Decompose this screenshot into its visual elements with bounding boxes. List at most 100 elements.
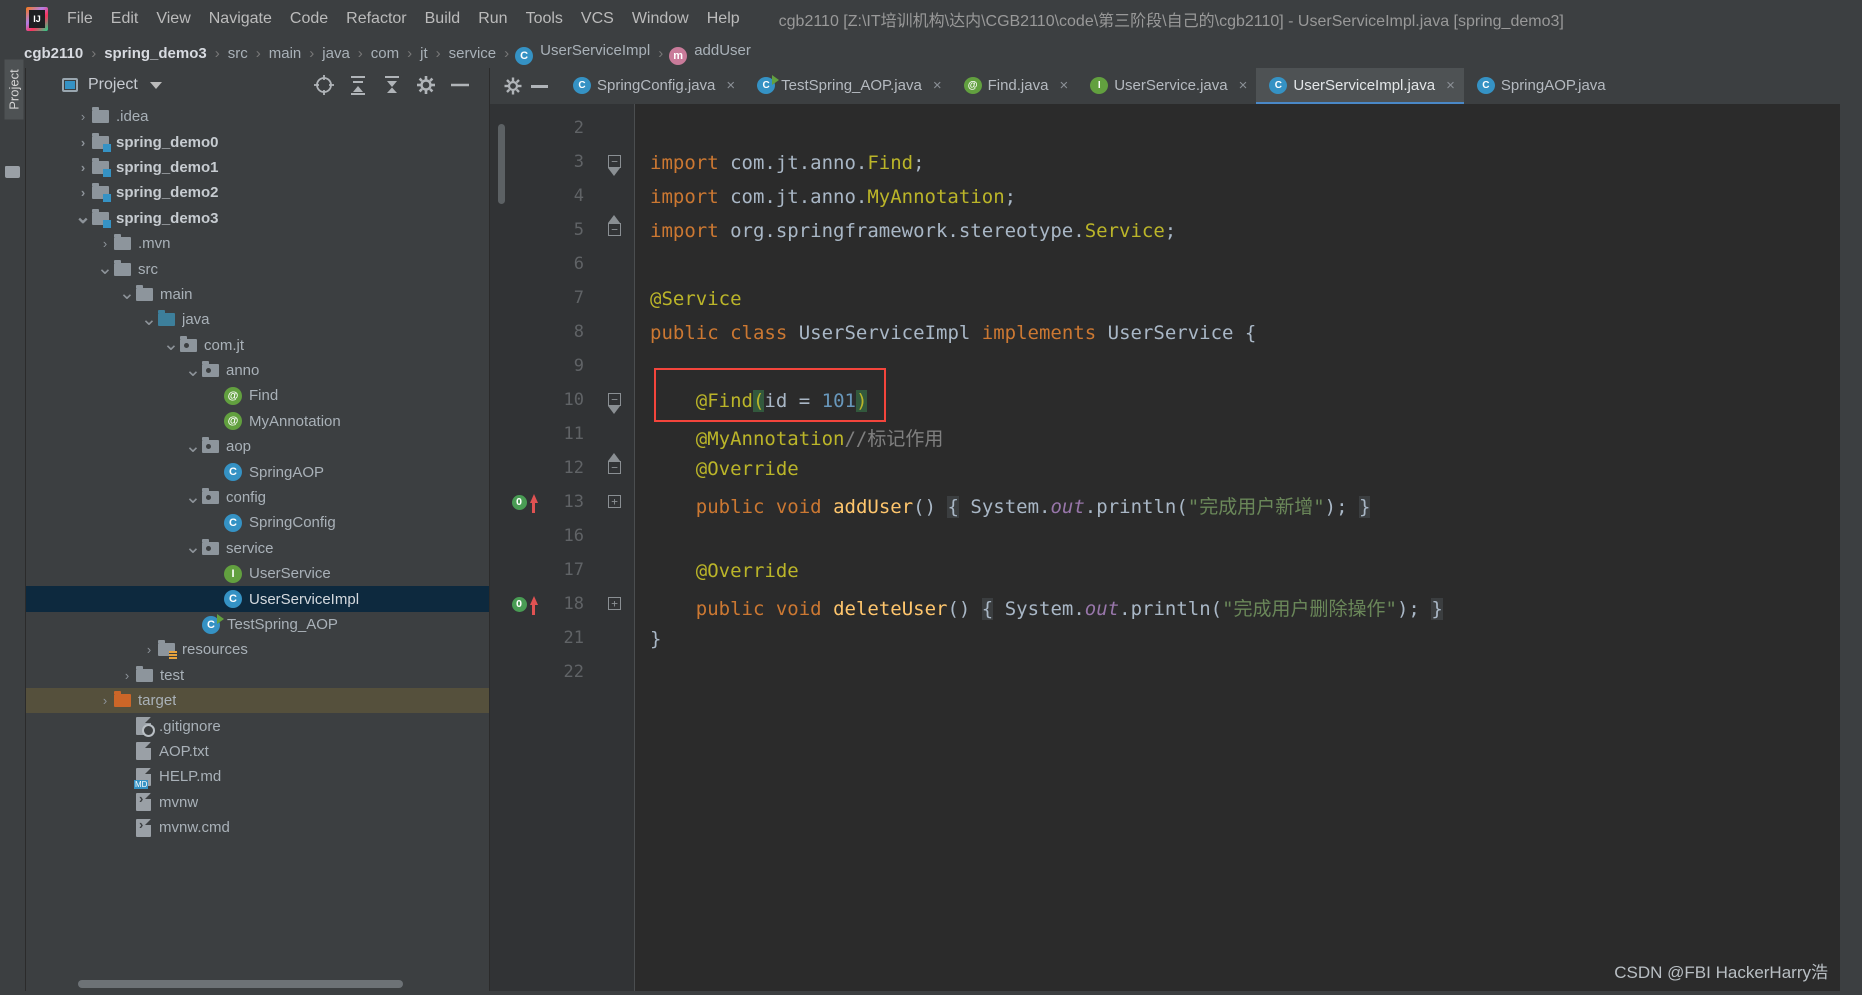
menu-build[interactable]: Build [416, 7, 470, 31]
editor-tabs[interactable]: CSpringConfig.java×CTestSpring_AOP.java×… [560, 68, 1615, 104]
override-arrow-icon[interactable] [530, 494, 538, 503]
override-gutter-icon[interactable]: O [512, 597, 527, 612]
line-number-gutter[interactable]: 2345678910111213O161718O2122 [490, 104, 598, 991]
code-line-4[interactable]: import com.jt.anno.MyAnnotation; [650, 186, 1016, 208]
code-line-8[interactable]: public class UserServiceImpl implements … [650, 322, 1256, 344]
breadcrumb[interactable]: cgb2110›spring_demo3›src›main›java›com›j… [0, 38, 1862, 68]
tree-item-anno[interactable]: ⌄anno [26, 358, 489, 383]
tree-item--idea[interactable]: ›.idea [26, 104, 489, 129]
menu-refactor[interactable]: Refactor [337, 7, 415, 31]
tree-item-userserviceimpl[interactable]: CUserServiceImpl [26, 586, 489, 611]
breadcrumb-item-spring_demo3[interactable]: spring_demo3 [102, 45, 209, 62]
fold-collapse-icon[interactable]: − [608, 155, 621, 168]
hide-panel-icon[interactable] [447, 73, 477, 97]
expand-all-icon[interactable] [345, 73, 375, 97]
breadcrumb-item-src[interactable]: src [226, 45, 250, 62]
chevron-down-icon[interactable]: ⌄ [118, 290, 136, 298]
chevron-down-icon[interactable] [150, 82, 162, 89]
tree-item-java[interactable]: ⌄java [26, 307, 489, 332]
tree-item-spring-demo0[interactable]: ›spring_demo0 [26, 129, 489, 154]
close-icon[interactable]: × [1239, 77, 1248, 94]
tree-item-com-jt[interactable]: ⌄com.jt [26, 333, 489, 358]
breadcrumb-item-adduser[interactable]: maddUser [669, 42, 753, 65]
gear-icon[interactable] [500, 74, 526, 98]
menu-window[interactable]: Window [623, 7, 698, 31]
chevron-right-icon[interactable]: › [140, 643, 158, 656]
chevron-down-icon[interactable]: ⌄ [184, 544, 202, 552]
menu-navigate[interactable]: Navigate [200, 7, 281, 31]
tree-item-src[interactable]: ⌄src [26, 256, 489, 281]
chevron-down-icon[interactable]: ⌄ [184, 494, 202, 502]
tree-item-springaop[interactable]: CSpringAOP [26, 459, 489, 484]
code-line-10[interactable]: @Find(id = 101) [650, 390, 867, 412]
tree-item-springconfig[interactable]: CSpringConfig [26, 510, 489, 535]
tree-item-userservice[interactable]: IUserService [26, 561, 489, 586]
tree-item-spring-demo3[interactable]: ⌄spring_demo3 [26, 206, 489, 231]
editor-tab-tools[interactable] [490, 68, 560, 104]
tree-item-aop[interactable]: ⌄aop [26, 434, 489, 459]
breadcrumb-item-cgb2110[interactable]: cgb2110 [22, 45, 85, 62]
tree-item-testspring-aop[interactable]: CTestSpring_AOP [26, 612, 489, 637]
menu-file[interactable]: File [58, 7, 102, 31]
chevron-right-icon[interactable]: › [118, 669, 136, 682]
breadcrumb-item-com[interactable]: com [369, 45, 401, 62]
tree-item--mvn[interactable]: ›.mvn [26, 231, 489, 256]
chevron-right-icon[interactable]: › [74, 110, 92, 123]
code-content[interactable]: import com.jt.anno.Find; import com.jt.an… [634, 104, 1840, 991]
breadcrumb-item-service[interactable]: service [447, 45, 499, 62]
breadcrumb-item-java[interactable]: java [320, 45, 352, 62]
tree-item-config[interactable]: ⌄config [26, 485, 489, 510]
chevron-right-icon[interactable]: › [96, 694, 114, 707]
menu-run[interactable]: Run [469, 7, 516, 31]
code-line-5[interactable]: import org.springframework.stereotype.Se… [650, 220, 1176, 242]
tree-item-mvnw-cmd[interactable]: mvnw.cmd [26, 815, 489, 840]
menu-edit[interactable]: Edit [102, 7, 148, 31]
tree-item-myannotation[interactable]: @MyAnnotation [26, 409, 489, 434]
fold-expand-icon[interactable]: + [608, 597, 621, 610]
override-arrow-icon[interactable] [530, 596, 538, 605]
menu-code[interactable]: Code [281, 7, 337, 31]
tool-window-tab-project[interactable]: Project [5, 60, 24, 120]
tree-item-spring-demo1[interactable]: ›spring_demo1 [26, 155, 489, 180]
tree-item--gitignore[interactable]: .gitignore [26, 713, 489, 738]
chevron-right-icon[interactable]: › [74, 161, 92, 174]
editor-vertical-scrollbar[interactable] [498, 124, 505, 204]
chevron-right-icon[interactable]: › [74, 186, 92, 199]
tree-item-find[interactable]: @Find [26, 383, 489, 408]
tree-item-help-md[interactable]: MDHELP.md [26, 764, 489, 789]
project-tree[interactable]: ›.idea›spring_demo0›spring_demo1›spring_… [26, 102, 489, 991]
chevron-down-icon[interactable]: ⌄ [74, 214, 92, 222]
fold-collapse-icon[interactable]: − [608, 223, 621, 236]
editor-tab-userservice-java[interactable]: IUserService.java× [1077, 68, 1256, 104]
code-line-13[interactable]: public void addUser() { System.out.print… [650, 492, 1370, 519]
editor-tab-testspring-aop-java[interactable]: CTestSpring_AOP.java× [744, 68, 950, 104]
code-line-21[interactable]: } [650, 628, 661, 650]
collapse-all-icon[interactable] [379, 73, 409, 97]
menu-tools[interactable]: Tools [517, 7, 572, 31]
editor-tab-bar[interactable]: CSpringConfig.java×CTestSpring_AOP.java×… [490, 68, 1840, 104]
tree-item-service[interactable]: ⌄service [26, 536, 489, 561]
override-gutter-icon[interactable]: O [512, 495, 527, 510]
tree-item-main[interactable]: ⌄main [26, 282, 489, 307]
close-icon[interactable]: × [1059, 77, 1068, 94]
code-line-17[interactable]: @Override [650, 560, 799, 582]
breadcrumb-item-jt[interactable]: jt [418, 45, 430, 62]
project-folder-icon[interactable] [5, 166, 20, 178]
chevron-down-icon[interactable]: ⌄ [184, 367, 202, 375]
locate-icon[interactable] [311, 73, 341, 97]
breadcrumb-item-main[interactable]: main [267, 45, 304, 62]
tree-item-resources[interactable]: ›resources [26, 637, 489, 662]
close-icon[interactable]: × [933, 77, 942, 94]
chevron-down-icon[interactable]: ⌄ [140, 316, 158, 324]
tree-item-spring-demo2[interactable]: ›spring_demo2 [26, 180, 489, 205]
code-line-7[interactable]: @Service [650, 288, 742, 310]
editor-body[interactable]: 2345678910111213O161718O2122 −−−−++ impo… [490, 104, 1840, 991]
menu-bar[interactable]: FileEditViewNavigateCodeRefactorBuildRun… [58, 7, 749, 31]
gear-icon[interactable] [413, 73, 443, 97]
code-line-3[interactable]: import com.jt.anno.Find; [650, 152, 925, 174]
tree-horizontal-scrollbar[interactable] [78, 980, 403, 988]
close-icon[interactable]: × [1446, 77, 1455, 94]
tree-item-aop-txt[interactable]: AOP.txt [26, 739, 489, 764]
editor-tab-userserviceimpl-java[interactable]: CUserServiceImpl.java× [1256, 68, 1463, 104]
code-line-12[interactable]: @Override [650, 458, 799, 480]
